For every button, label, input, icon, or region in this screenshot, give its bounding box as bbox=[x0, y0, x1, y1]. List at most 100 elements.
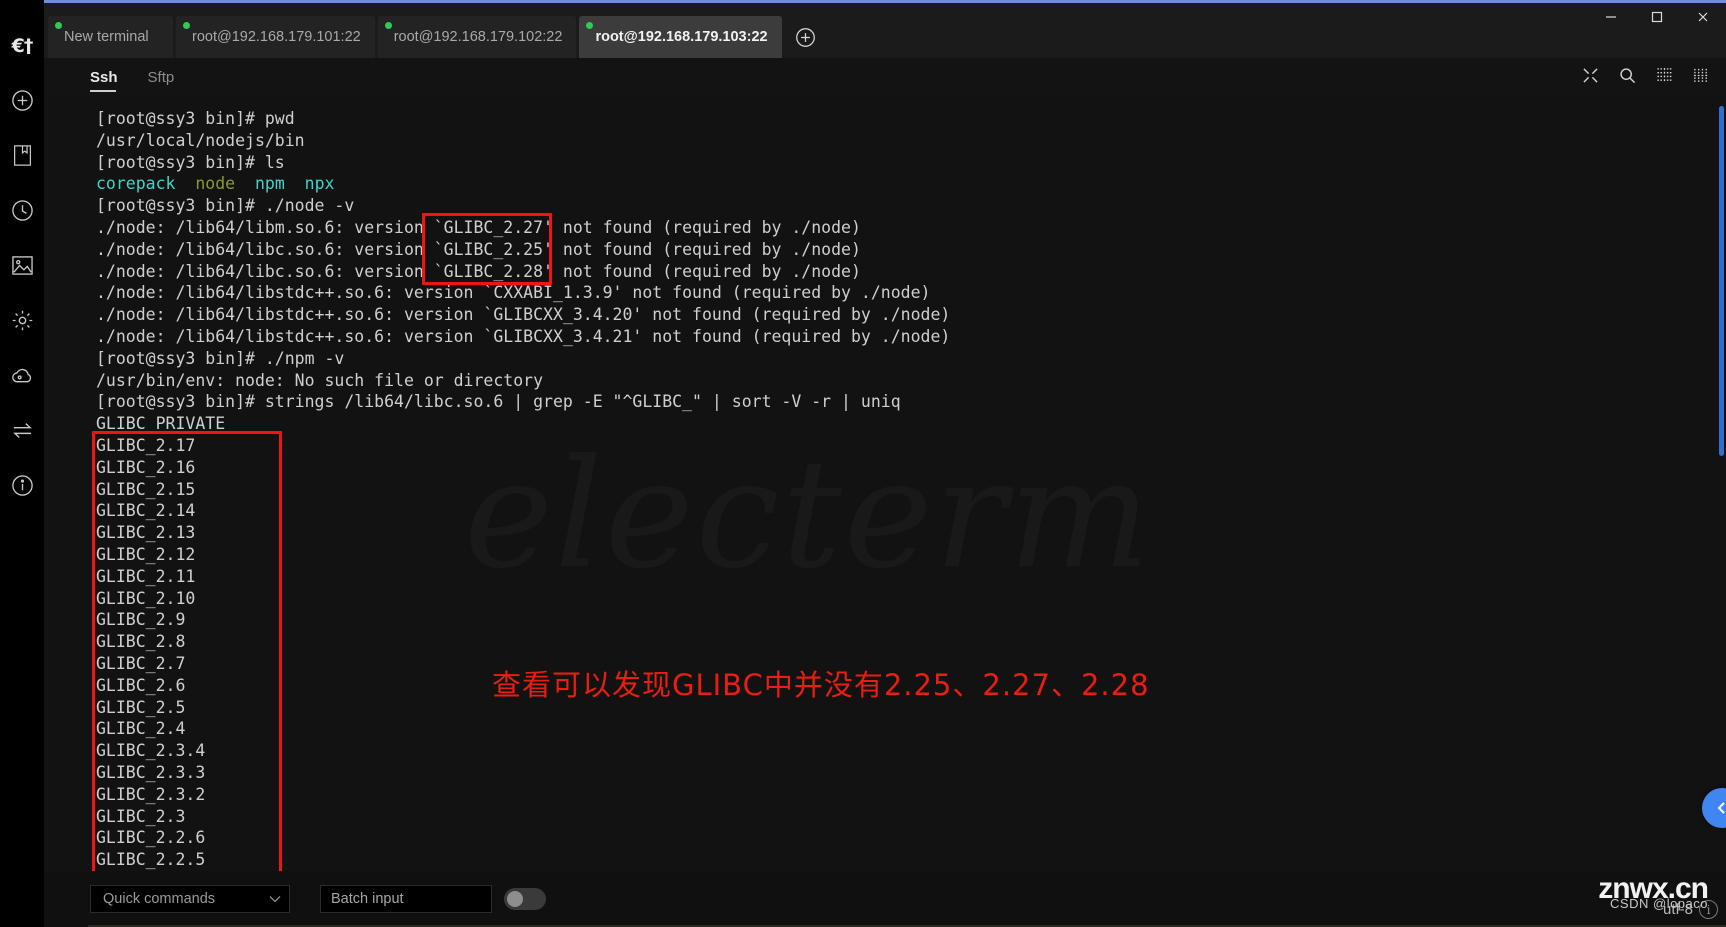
terminal-text: npx bbox=[304, 174, 335, 194]
terminal-text: GLIBC_2.9 bbox=[96, 610, 186, 630]
terminal-text: ./node: /lib64/libc.so.6: version `GLIBC… bbox=[96, 239, 861, 259]
tab-new-terminal[interactable]: New terminal bbox=[48, 16, 173, 58]
terminal-text: ./node: /lib64/libm.so.6: version `GLIBC… bbox=[96, 217, 861, 237]
terminal-line: /usr/local/nodejs/bin bbox=[96, 130, 1726, 152]
window-controls bbox=[1588, 0, 1726, 34]
close-icon[interactable] bbox=[1680, 0, 1726, 34]
search-icon[interactable] bbox=[1619, 67, 1636, 89]
terminal-line: GLIBC_2.4 bbox=[96, 718, 1726, 740]
terminal-line: ./node: /lib64/libstdc++.so.6: version `… bbox=[96, 304, 1726, 326]
info-icon[interactable] bbox=[0, 458, 44, 513]
clock-icon[interactable] bbox=[0, 183, 44, 238]
terminal-line: GLIBC_2.13 bbox=[96, 522, 1726, 544]
terminal-text: GLIBC_2.13 bbox=[96, 523, 196, 543]
electerm-window: €† New terminal root@192.168.179.101:22 … bbox=[0, 0, 1726, 927]
terminal-line: [root@ssy3 bin]# strings /lib64/libc.so.… bbox=[96, 391, 1726, 413]
terminal-text: GLIBC_2.10 bbox=[96, 588, 196, 608]
terminal-text: ./node: /lib64/libc.so.6: version `GLIBC… bbox=[96, 261, 861, 281]
batch-input-label: Batch input bbox=[331, 891, 404, 907]
terminal-text: /usr/local/nodejs/bin bbox=[96, 130, 305, 150]
tab-host-103[interactable]: root@192.168.179.103:22 bbox=[579, 16, 782, 58]
terminal-line: GLIBC_2.11 bbox=[96, 566, 1726, 588]
split-vertical-icon[interactable] bbox=[1656, 67, 1673, 89]
tab-label: New terminal bbox=[64, 29, 149, 45]
terminal-text: GLIBC_2.3 bbox=[96, 806, 186, 826]
new-tab-plus-icon[interactable] bbox=[789, 16, 823, 58]
terminal-text: GLIBC_2.3.4 bbox=[96, 741, 206, 761]
tab-status-dot bbox=[586, 22, 594, 29]
terminal-text: corepack bbox=[96, 174, 176, 194]
terminal-text: /usr/bin/env: node: No such file or dire… bbox=[96, 370, 544, 390]
app-logo-text: €† bbox=[11, 34, 34, 57]
minimize-icon[interactable] bbox=[1588, 0, 1634, 34]
terminal-text: GLIBC_2.2.5 bbox=[96, 850, 206, 870]
tab-label: root@192.168.179.103:22 bbox=[595, 29, 768, 45]
terminal-line: GLIBC_2.10 bbox=[96, 588, 1726, 610]
quick-commands-select[interactable]: Quick commands bbox=[90, 885, 290, 913]
terminal-line: [root@ssy3 bin]# ./node -v bbox=[96, 195, 1726, 217]
terminal-line: GLIBC_2.2.5 bbox=[96, 849, 1726, 871]
terminal-line: GLIBC_2.3.3 bbox=[96, 762, 1726, 784]
terminal-line: ./node: /lib64/libstdc++.so.6: version `… bbox=[96, 282, 1726, 304]
terminal-text: GLIBC_2.5 bbox=[96, 697, 186, 717]
terminal-text: [root@ssy3 bin]# ./npm -v bbox=[96, 348, 345, 368]
info-icon[interactable]: i bbox=[1699, 900, 1718, 919]
terminal-text: GLIBC_2.14 bbox=[96, 501, 196, 521]
terminal-text: npm bbox=[254, 174, 285, 194]
terminal-line: GLIBC_2.15 bbox=[96, 479, 1726, 501]
terminal-text: GLIBC_2.11 bbox=[96, 566, 196, 586]
gear-icon[interactable] bbox=[0, 293, 44, 348]
terminal-output[interactable]: [root@ssy3 bin]# pwd/usr/local/nodejs/bi… bbox=[44, 98, 1726, 871]
terminal-line: ./node: /lib64/libc.so.6: version `GLIBC… bbox=[96, 239, 1726, 261]
tab-label: root@192.168.179.102:22 bbox=[393, 29, 563, 45]
chevron-down-icon bbox=[269, 891, 281, 907]
terminal-line: ./node: /lib64/libm.so.6: version `GLIBC… bbox=[96, 217, 1726, 239]
plus-circle-icon[interactable] bbox=[0, 73, 44, 128]
terminal-text: GLIBC_2.8 bbox=[96, 632, 186, 652]
tab-sftp[interactable]: Sftp bbox=[148, 65, 175, 92]
main-column: New terminal root@192.168.179.101:22 roo… bbox=[44, 0, 1726, 927]
transfer-icon[interactable] bbox=[0, 403, 44, 458]
cloud-icon[interactable] bbox=[0, 348, 44, 403]
terminal-line: GLIBC_2.3.4 bbox=[96, 740, 1726, 762]
terminal-line: GLIBC_2.17 bbox=[96, 435, 1726, 457]
maximize-icon[interactable] bbox=[1634, 0, 1680, 34]
terminal-text: ./node: /lib64/libstdc++.so.6: version `… bbox=[96, 305, 951, 325]
split-grid-icon[interactable] bbox=[1693, 67, 1710, 89]
terminal-line: corepack node npm npx bbox=[96, 173, 1726, 195]
fullscreen-icon[interactable] bbox=[1582, 67, 1599, 89]
bookmark-icon[interactable] bbox=[0, 128, 44, 183]
terminal-line: GLIBC_2.16 bbox=[96, 457, 1726, 479]
status-right: utf-8 i bbox=[1663, 900, 1718, 919]
terminal-text: GLIBC_2.3.2 bbox=[96, 784, 206, 804]
terminal-text: [root@ssy3 bin]# ./node -v bbox=[96, 196, 355, 216]
toggle-knob bbox=[507, 891, 523, 907]
tab-host-101[interactable]: root@192.168.179.101:22 bbox=[176, 16, 375, 58]
terminal-line: GLIBC_2.3.2 bbox=[96, 784, 1726, 806]
terminal-scrollbar[interactable] bbox=[1719, 106, 1724, 456]
image-icon[interactable] bbox=[0, 238, 44, 293]
tab-host-102[interactable]: root@192.168.179.102:22 bbox=[377, 16, 577, 58]
batch-input-field[interactable]: Batch input bbox=[320, 885, 492, 913]
terminal-line: GLIBC_2.9 bbox=[96, 609, 1726, 631]
encoding-label[interactable]: utf-8 bbox=[1663, 901, 1693, 918]
terminal-toolbar bbox=[1582, 67, 1710, 89]
terminal-area[interactable]: electerm [root@ssy3 bin]# pwd/usr/local/… bbox=[44, 98, 1726, 871]
terminal-text: GLIBC_2.16 bbox=[96, 457, 196, 477]
titlebar-accent-line bbox=[44, 0, 1726, 3]
tab-status-dot bbox=[183, 22, 190, 29]
tab-status-dot bbox=[55, 22, 62, 29]
terminal-line: GLIBC_2.8 bbox=[96, 631, 1726, 653]
terminal-text: GLIBC_2.17 bbox=[96, 435, 196, 455]
terminal-line: GLIBC_2.3 bbox=[96, 806, 1726, 828]
tab-status-dot bbox=[384, 22, 392, 29]
terminal-text: GLIBC_2.12 bbox=[96, 544, 196, 564]
app-logo-icon[interactable]: €† bbox=[0, 18, 44, 73]
annotation-note: 查看可以发现GLIBC中并没有2.25、2.27、2.28 bbox=[492, 668, 1150, 702]
tab-ssh[interactable]: Ssh bbox=[90, 65, 118, 92]
terminal-text: [root@ssy3 bin]# pwd bbox=[96, 109, 295, 128]
batch-input-toggle[interactable] bbox=[504, 888, 546, 910]
